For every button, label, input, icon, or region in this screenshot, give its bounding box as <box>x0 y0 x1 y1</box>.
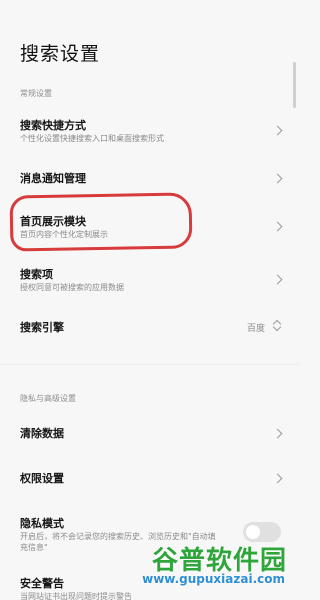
section-label-privacy: 隐私与高级设置 <box>20 394 76 403</box>
section-divider <box>0 364 299 365</box>
watermark-url: www.gupuxiazai.com <box>142 572 285 586</box>
row-title: 隐私模式 <box>20 517 64 530</box>
row-subtitle: 个性化设置快捷搜索入口和桌面搜索形式 <box>20 134 164 143</box>
chevron-right-icon <box>272 125 283 136</box>
chevron-right-icon <box>272 274 283 285</box>
row-title: 安全警告 <box>20 577 64 590</box>
row-title: 搜索项 <box>20 268 53 281</box>
row-subtitle: 授权同意可被搜索的应用数据 <box>20 283 124 292</box>
row-permission-settings[interactable]: 权限设置 <box>0 463 299 493</box>
row-title: 搜索快捷方式 <box>20 119 86 132</box>
row-search-items[interactable]: 搜索项 授权同意可被搜索的应用数据 <box>0 258 299 296</box>
page-title: 搜索设置 <box>20 43 101 65</box>
section-label-general: 常规设置 <box>20 89 52 98</box>
watermark: 谷普软件园 www.gupuxiazai.com <box>142 540 293 596</box>
chevron-right-icon <box>272 173 283 184</box>
scrollbar[interactable] <box>293 62 296 108</box>
row-clear-data[interactable]: 清除数据 <box>0 418 299 448</box>
row-title: 消息通知管理 <box>20 172 86 185</box>
chevron-right-icon <box>272 473 283 484</box>
up-down-arrow-icon <box>272 319 281 333</box>
row-title: 搜索引擎 <box>20 321 64 334</box>
row-notification-management[interactable]: 消息通知管理 <box>0 162 299 196</box>
row-title: 权限设置 <box>20 472 64 485</box>
row-subtitle: 当网站证书出现问题时提示警告 <box>20 592 132 600</box>
annotation-highlight <box>9 192 193 252</box>
chevron-right-icon <box>272 428 283 439</box>
chevron-right-icon <box>272 221 283 232</box>
row-title: 清除数据 <box>20 427 64 440</box>
row-subtitle: 充信息" <box>20 543 48 552</box>
privacy-mode-toggle[interactable] <box>243 522 281 542</box>
row-search-engine[interactable]: 搜索引擎 百度 <box>0 312 299 342</box>
search-engine-value: 百度 <box>246 324 265 334</box>
row-search-shortcut[interactable]: 搜索快捷方式 个性化设置快捷搜索入口和桌面搜索形式 <box>0 108 299 146</box>
